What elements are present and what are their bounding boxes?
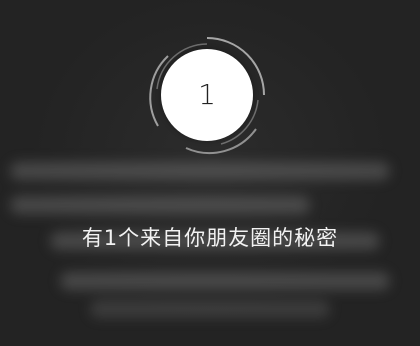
secret-headline: 有1个来自你朋友圈的秘密	[81, 226, 339, 250]
blurred-text-line	[90, 300, 330, 318]
blurred-text-line	[60, 272, 390, 290]
blurred-text-line	[10, 162, 390, 180]
blurred-text-line	[10, 196, 310, 214]
secret-count-number: 1	[198, 78, 216, 111]
secret-count-badge[interactable]: 1	[146, 34, 268, 156]
badge-circle: 1	[161, 49, 253, 141]
